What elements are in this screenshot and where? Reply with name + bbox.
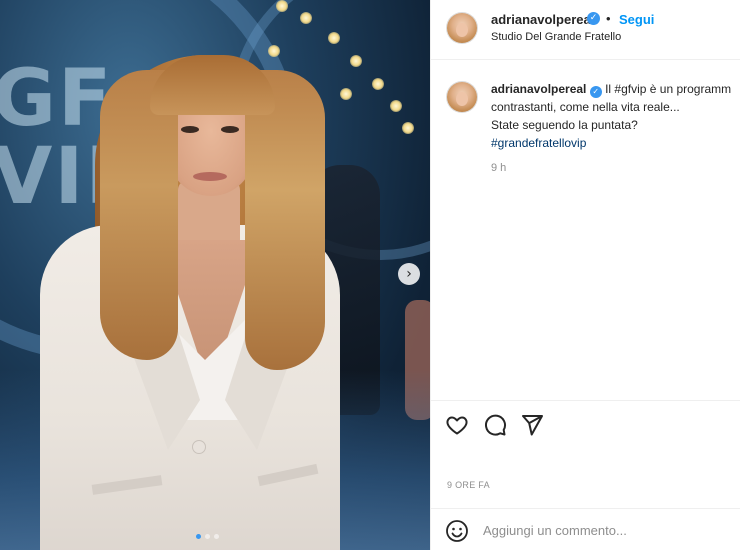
chevron-right-icon: › — [406, 266, 412, 282]
verified-badge-icon: ✓ — [589, 86, 602, 98]
location-link[interactable]: Studio Del Grande Fratello — [491, 31, 621, 43]
caption-line-1: Il #gfvip è un programm — [605, 82, 732, 96]
woman-figure — [0, 0, 430, 550]
comment-input[interactable] — [483, 520, 723, 540]
verified-badge-icon: ✓ — [587, 12, 600, 25]
smiley-icon[interactable] — [445, 519, 469, 543]
paper-plane-icon[interactable] — [520, 413, 544, 437]
separator-dot: • — [606, 11, 611, 26]
caption-line-2: contrastanti, come nella vita reale... — [491, 100, 680, 114]
comment-bar — [431, 508, 740, 550]
instagram-post: GF VIP › adrianavolpereal ✓ • Segui Stud… — [0, 0, 740, 550]
post-header: adrianavolpereal ✓ • Segui Studio Del Gr… — [431, 0, 740, 60]
carousel-dot — [196, 534, 201, 539]
caption-username[interactable]: adrianavolpereal — [491, 82, 586, 96]
post-side-panel: adrianavolpereal ✓ • Segui Studio Del Gr… — [430, 0, 740, 550]
caption-line-3: State seguendo la puntata? — [491, 118, 638, 132]
heart-icon[interactable] — [445, 413, 469, 437]
next-slide-button[interactable]: › — [398, 263, 420, 285]
comment-icon[interactable] — [483, 413, 507, 437]
avatar[interactable] — [447, 82, 477, 112]
carousel-dot — [214, 534, 219, 539]
action-bar — [431, 400, 740, 448]
caption-time[interactable]: 9 h — [491, 162, 506, 174]
post-date[interactable]: 9 ORE FA — [447, 480, 490, 490]
follow-button[interactable]: Segui — [619, 12, 654, 27]
username-link[interactable]: adrianavolpereal — [491, 12, 594, 27]
carousel-dot — [205, 534, 210, 539]
avatar[interactable] — [447, 13, 477, 43]
carousel-indicator — [196, 534, 219, 539]
caption-text: adrianavolpereal ✓ Il #gfvip è un progra… — [491, 80, 740, 152]
post-photo[interactable]: GF VIP › — [0, 0, 430, 550]
hashtag-link[interactable]: #grandefratellovip — [491, 136, 586, 150]
